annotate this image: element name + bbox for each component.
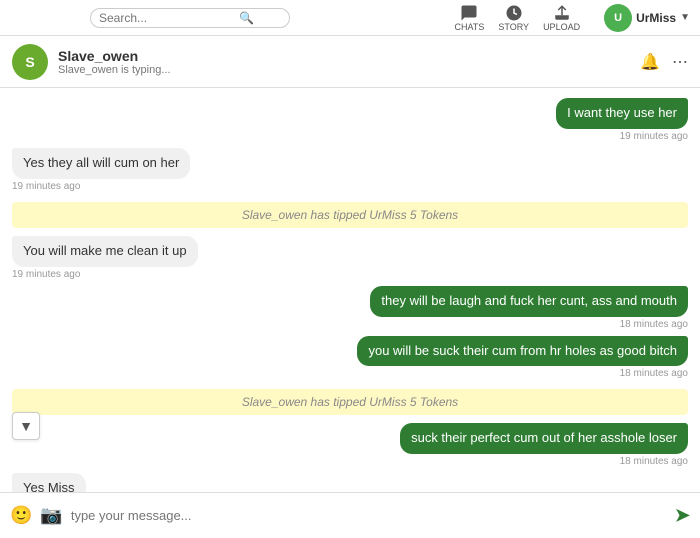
scroll-down-button[interactable]: ▼ [12, 412, 40, 440]
user-menu[interactable]: U UrMiss ▼ [604, 4, 690, 32]
user-name: UrMiss [636, 11, 676, 25]
tip-notification: Slave_owen has tipped UrMiss 5 Tokens [12, 389, 688, 415]
upload-icon-nav[interactable]: UPLOAD [543, 4, 580, 32]
header-actions: 🔔 ⋯ [640, 52, 688, 72]
message-input[interactable] [71, 508, 667, 523]
tip-notification: Slave_owen has tipped UrMiss 5 Tokens [12, 202, 688, 228]
message-time: 18 minutes ago [620, 368, 688, 379]
upload-label: UPLOAD [543, 22, 580, 32]
message-bubble: I want they use her [556, 98, 688, 129]
nav-icons: CHATS STORY UPLOAD U UrMiss ▼ [455, 4, 690, 32]
chat-avatar: S [12, 44, 48, 80]
search-input[interactable] [99, 11, 239, 25]
message-row: Yes they all will cum on her 19 minutes … [12, 148, 688, 192]
message-time: 18 minutes ago [620, 319, 688, 330]
message-row: I want they use her 19 minutes ago [12, 98, 688, 142]
emoji-icon[interactable]: 🙂 [10, 505, 32, 526]
message-time: 18 minutes ago [620, 456, 688, 467]
message-bubble: You will make me clean it up [12, 236, 198, 267]
message-bubble: Yes Miss [12, 473, 86, 492]
chat-user-info: Slave_owen Slave_owen is typing... [58, 48, 640, 76]
message-time: 19 minutes ago [620, 131, 688, 142]
message-row: they will be laugh and fuck her cunt, as… [12, 286, 688, 330]
top-navigation: 🔍 CHATS STORY UPLOAD U UrMiss ▼ [0, 0, 700, 36]
send-button[interactable]: ➤ [675, 505, 690, 526]
messages-area: I want they use her 19 minutes ago Yes t… [0, 88, 700, 492]
message-time: 19 minutes ago [12, 269, 80, 280]
message-bubble: they will be laugh and fuck her cunt, as… [370, 286, 688, 317]
bell-icon[interactable]: 🔔 [640, 52, 660, 72]
message-row: You will make me clean it up 19 minutes … [12, 236, 688, 280]
camera-icon[interactable]: 📷 [40, 505, 62, 526]
message-time: 19 minutes ago [12, 181, 80, 192]
message-bubble: suck their perfect cum out of her asshol… [400, 423, 688, 454]
chats-icon-nav[interactable]: CHATS [455, 4, 485, 32]
input-area: 🙂 📷 ➤ [0, 492, 700, 538]
message-row: Yes Miss 18 minutes ago [12, 473, 688, 492]
search-bar[interactable]: 🔍 [90, 8, 290, 28]
chat-header: S Slave_owen Slave_owen is typing... 🔔 ⋯ [0, 36, 700, 88]
more-options-icon[interactable]: ⋯ [672, 52, 688, 72]
user-avatar: U [604, 4, 632, 32]
message-bubble: you will be suck their cum from hr holes… [357, 336, 688, 367]
chevron-down-icon: ▼ [680, 12, 690, 23]
chat-username: Slave_owen [58, 48, 640, 64]
message-row: suck their perfect cum out of her asshol… [12, 423, 688, 467]
message-bubble: Yes they all will cum on her [12, 148, 190, 179]
chat-status: Slave_owen is typing... [58, 64, 640, 76]
chats-label: CHATS [455, 22, 485, 32]
story-icon-nav[interactable]: STORY [498, 4, 529, 32]
search-icon: 🔍 [239, 11, 254, 25]
messages-wrapper: I want they use her 19 minutes ago Yes t… [0, 88, 700, 492]
message-row: you will be suck their cum from hr holes… [12, 336, 688, 380]
story-label: STORY [498, 22, 529, 32]
